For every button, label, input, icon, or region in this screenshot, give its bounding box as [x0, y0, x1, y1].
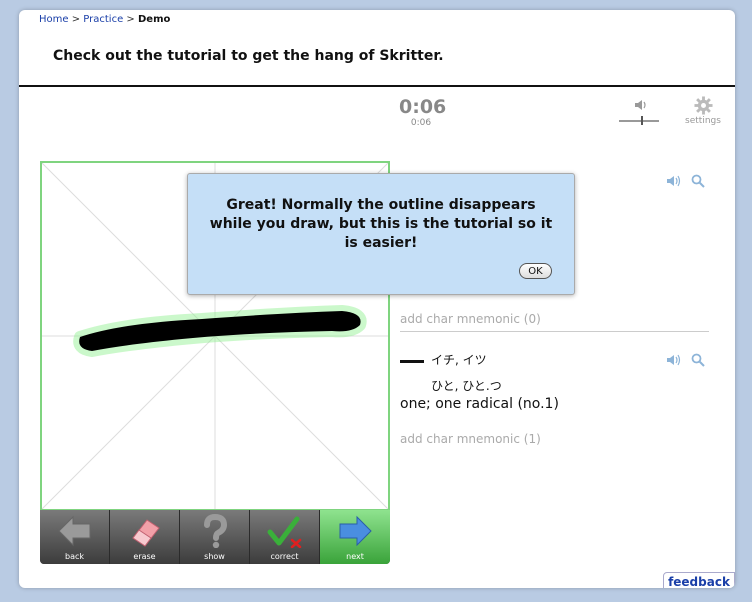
- back-label: back: [64, 552, 84, 561]
- page-headline: Check out the tutorial to get the hang o…: [53, 48, 444, 64]
- arrow-left-icon: [58, 515, 91, 547]
- correct-label: correct: [270, 552, 299, 561]
- speaker-icon: [635, 100, 646, 110]
- gear-icon: [693, 96, 713, 115]
- breadcrumb-separator: >: [68, 14, 84, 25]
- settings-label: settings: [685, 116, 721, 126]
- breadcrumb-home-link[interactable]: Home: [39, 14, 69, 25]
- back-button[interactable]: back: [40, 510, 110, 564]
- char-divider: [400, 331, 709, 332]
- drawing-toolbar: back erase show correct next: [40, 510, 390, 564]
- char2-mnemonic-link[interactable]: add char mnemonic (1): [400, 432, 541, 446]
- char2-onyomi: イチ, イツ: [431, 353, 487, 367]
- breadcrumb-separator: >: [123, 14, 138, 25]
- char1-mnemonic-link[interactable]: add char mnemonic (0): [400, 312, 541, 326]
- timer-sub: 0:06: [410, 118, 432, 128]
- breadcrumb: Home > Practice > Demo: [39, 14, 170, 25]
- next-button[interactable]: next: [320, 510, 390, 564]
- eraser-icon: [132, 519, 160, 547]
- tutorial-popup: Great! Normally the outline disappears w…: [187, 173, 575, 295]
- timer: 0:06 0:06: [399, 96, 447, 129]
- character-glyph: [400, 360, 424, 363]
- erase-label: erase: [133, 552, 156, 561]
- volume-control[interactable]: [619, 98, 663, 130]
- question-mark-icon: [204, 514, 228, 548]
- char2-meaning: one; one radical (no.1): [400, 396, 559, 412]
- show-label: show: [204, 552, 225, 561]
- volume-slider-handle[interactable]: [641, 116, 643, 125]
- header-divider: [19, 85, 735, 87]
- settings-button[interactable]: settings: [683, 96, 723, 126]
- speaker-icon[interactable]: [666, 353, 682, 367]
- next-label: next: [346, 552, 364, 561]
- magnifier-icon[interactable]: [691, 174, 705, 188]
- correct-button[interactable]: correct: [250, 510, 320, 564]
- checkmark-icon: [267, 516, 302, 548]
- popup-message: Great! Normally the outline disappears w…: [209, 197, 553, 251]
- breadcrumb-current: Demo: [137, 14, 171, 25]
- show-button[interactable]: show: [180, 510, 250, 564]
- breadcrumb-practice-link[interactable]: Practice: [83, 14, 123, 25]
- magnifier-icon[interactable]: [691, 353, 705, 367]
- volume-slider-track[interactable]: [619, 120, 659, 122]
- speaker-icon[interactable]: [666, 174, 682, 188]
- ok-button[interactable]: OK: [519, 263, 552, 279]
- erase-button[interactable]: erase: [110, 510, 180, 564]
- timer-main: 0:06: [399, 96, 447, 118]
- feedback-tab[interactable]: feedback: [663, 572, 735, 588]
- char2-kunyomi: ひと, ひと.つ: [431, 379, 502, 393]
- app-frame: Home > Practice > Demo Check out the tut…: [19, 10, 735, 588]
- arrow-right-icon: [339, 515, 372, 547]
